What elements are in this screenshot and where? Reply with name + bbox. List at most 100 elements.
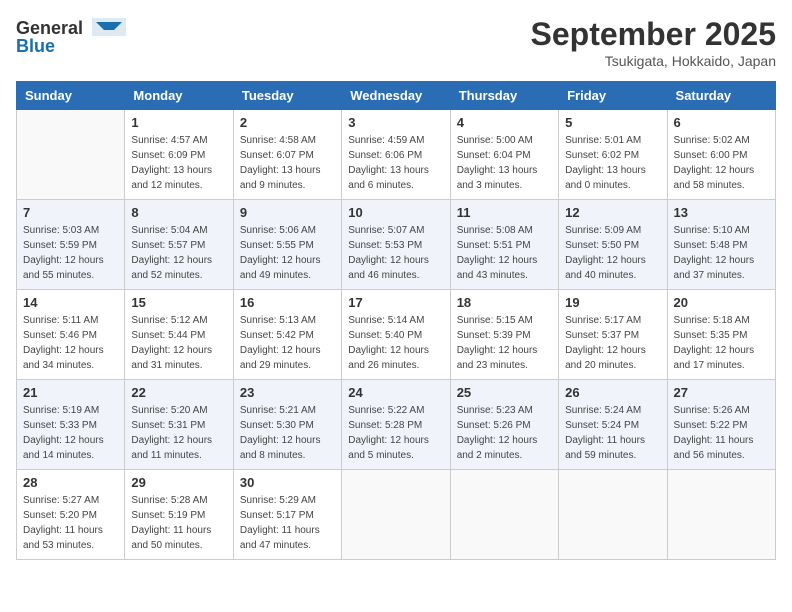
calendar-day-cell: 19 Sunrise: 5:17 AMSunset: 5:37 PMDayligh… [559, 290, 667, 380]
day-info: Sunrise: 5:27 AMSunset: 5:20 PMDaylight:… [23, 493, 118, 553]
month-title: September 2025 [531, 16, 776, 53]
day-number: 25 [457, 385, 552, 400]
day-info: Sunrise: 5:19 AMSunset: 5:33 PMDaylight:… [23, 403, 118, 463]
svg-text:General: General [16, 18, 83, 38]
calendar-day-cell: 25Sunrise: 5:23 AMSunset: 5:26 PMDayligh… [450, 380, 558, 470]
calendar-day-cell: 13 Sunrise: 5:10 AMSunset: 5:48 PMDayligh… [667, 200, 775, 290]
day-number: 15 [131, 295, 226, 310]
calendar-day-cell [17, 110, 125, 200]
calendar-day-cell: 23 Sunrise: 5:21 AMSunset: 5:30 PMDayligh… [233, 380, 341, 470]
day-info: Sunrise: 5:12 AMSunset: 5:44 PMDaylight:… [131, 313, 226, 373]
calendar-day-cell: 9 Sunrise: 5:06 AMSunset: 5:55 PMDaylight… [233, 200, 341, 290]
day-info: Sunrise: 5:13 AMSunset: 5:42 PMDaylight:… [240, 313, 335, 373]
calendar-day-cell: 2 Sunrise: 4:58 AMSunset: 6:07 PMDaylight… [233, 110, 341, 200]
day-number: 18 [457, 295, 552, 310]
day-info: Sunrise: 5:01 AMSunset: 6:02 PMDaylight:… [565, 133, 660, 193]
day-info: Sunrise: 5:09 AMSunset: 5:50 PMDaylight:… [565, 223, 660, 283]
day-info: Sunrise: 5:24 AMSunset: 5:24 PMDaylight:… [565, 403, 660, 463]
day-number: 23 [240, 385, 335, 400]
calendar-day-cell [450, 470, 558, 560]
calendar-week-row: 1 Sunrise: 4:57 AMSunset: 6:09 PMDaylight… [17, 110, 776, 200]
calendar-day-cell: 7Sunrise: 5:03 AMSunset: 5:59 PMDaylight… [17, 200, 125, 290]
weekday-header-saturday: Saturday [667, 82, 775, 110]
day-info: Sunrise: 4:58 AMSunset: 6:07 PMDaylight:… [240, 133, 335, 193]
page-header: General Blue September 2025 Tsukigata, H… [16, 16, 776, 69]
day-info: Sunrise: 5:18 AMSunset: 5:35 PMDaylight:… [674, 313, 769, 373]
calendar-day-cell: 24 Sunrise: 5:22 AMSunset: 5:28 PMDayligh… [342, 380, 450, 470]
day-info: Sunrise: 5:21 AMSunset: 5:30 PMDaylight:… [240, 403, 335, 463]
weekday-header-wednesday: Wednesday [342, 82, 450, 110]
calendar-week-row: 7Sunrise: 5:03 AMSunset: 5:59 PMDaylight… [17, 200, 776, 290]
day-number: 27 [674, 385, 769, 400]
day-info: Sunrise: 5:14 AMSunset: 5:40 PMDaylight:… [348, 313, 443, 373]
day-number: 4 [457, 115, 552, 130]
day-number: 28 [23, 475, 118, 490]
day-info: Sunrise: 4:59 AMSunset: 6:06 PMDaylight:… [348, 133, 443, 193]
weekday-header-row: SundayMondayTuesdayWednesdayThursdayFrid… [17, 82, 776, 110]
day-info: Sunrise: 5:00 AMSunset: 6:04 PMDaylight:… [457, 133, 552, 193]
weekday-header-tuesday: Tuesday [233, 82, 341, 110]
day-number: 3 [348, 115, 443, 130]
calendar-week-row: 14 Sunrise: 5:11 AMSunset: 5:46 PMDayligh… [17, 290, 776, 380]
day-number: 5 [565, 115, 660, 130]
calendar-day-cell: 26 Sunrise: 5:24 AMSunset: 5:24 PMDayligh… [559, 380, 667, 470]
day-number: 11 [457, 205, 552, 220]
day-info: Sunrise: 5:02 AMSunset: 6:00 PMDaylight:… [674, 133, 769, 193]
calendar-day-cell: 27 Sunrise: 5:26 AMSunset: 5:22 PMDayligh… [667, 380, 775, 470]
day-info: Sunrise: 5:06 AMSunset: 5:55 PMDaylight:… [240, 223, 335, 283]
calendar-day-cell [559, 470, 667, 560]
day-number: 24 [348, 385, 443, 400]
day-info: Sunrise: 5:08 AMSunset: 5:51 PMDaylight:… [457, 223, 552, 283]
weekday-header-monday: Monday [125, 82, 233, 110]
weekday-header-sunday: Sunday [17, 82, 125, 110]
day-info: Sunrise: 5:07 AMSunset: 5:53 PMDaylight:… [348, 223, 443, 283]
day-number: 14 [23, 295, 118, 310]
calendar-day-cell: 1 Sunrise: 4:57 AMSunset: 6:09 PMDaylight… [125, 110, 233, 200]
location-title: Tsukigata, Hokkaido, Japan [531, 53, 776, 69]
day-info: Sunrise: 5:11 AMSunset: 5:46 PMDaylight:… [23, 313, 118, 373]
calendar-day-cell [667, 470, 775, 560]
day-number: 2 [240, 115, 335, 130]
day-info: Sunrise: 5:20 AMSunset: 5:31 PMDaylight:… [131, 403, 226, 463]
day-number: 29 [131, 475, 226, 490]
calendar-day-cell: 4 Sunrise: 5:00 AMSunset: 6:04 PMDaylight… [450, 110, 558, 200]
calendar-day-cell: 8 Sunrise: 5:04 AMSunset: 5:57 PMDaylight… [125, 200, 233, 290]
day-number: 26 [565, 385, 660, 400]
calendar-day-cell: 29 Sunrise: 5:28 AMSunset: 5:19 PMDayligh… [125, 470, 233, 560]
logo-svg: General Blue [16, 16, 126, 58]
calendar-day-cell [342, 470, 450, 560]
calendar-day-cell: 5 Sunrise: 5:01 AMSunset: 6:02 PMDaylight… [559, 110, 667, 200]
day-number: 13 [674, 205, 769, 220]
day-number: 20 [674, 295, 769, 310]
day-info: Sunrise: 5:29 AMSunset: 5:17 PMDaylight:… [240, 493, 335, 553]
day-number: 6 [674, 115, 769, 130]
day-info: Sunrise: 4:57 AMSunset: 6:09 PMDaylight:… [131, 133, 226, 193]
day-info: Sunrise: 5:15 AMSunset: 5:39 PMDaylight:… [457, 313, 552, 373]
calendar-day-cell: 22Sunrise: 5:20 AMSunset: 5:31 PMDayligh… [125, 380, 233, 470]
calendar-day-cell: 15 Sunrise: 5:12 AMSunset: 5:44 PMDayligh… [125, 290, 233, 380]
day-number: 30 [240, 475, 335, 490]
day-info: Sunrise: 5:28 AMSunset: 5:19 PMDaylight:… [131, 493, 226, 553]
day-number: 19 [565, 295, 660, 310]
day-info: Sunrise: 5:04 AMSunset: 5:57 PMDaylight:… [131, 223, 226, 283]
day-number: 12 [565, 205, 660, 220]
calendar-day-cell: 30 Sunrise: 5:29 AMSunset: 5:17 PMDayligh… [233, 470, 341, 560]
day-info: Sunrise: 5:10 AMSunset: 5:48 PMDaylight:… [674, 223, 769, 283]
calendar-day-cell: 6 Sunrise: 5:02 AMSunset: 6:00 PMDaylight… [667, 110, 775, 200]
calendar-day-cell: 11 Sunrise: 5:08 AMSunset: 5:51 PMDayligh… [450, 200, 558, 290]
calendar-table: SundayMondayTuesdayWednesdayThursdayFrid… [16, 81, 776, 560]
day-number: 9 [240, 205, 335, 220]
calendar-day-cell: 14 Sunrise: 5:11 AMSunset: 5:46 PMDayligh… [17, 290, 125, 380]
day-info: Sunrise: 5:22 AMSunset: 5:28 PMDaylight:… [348, 403, 443, 463]
day-number: 8 [131, 205, 226, 220]
svg-text:Blue: Blue [16, 36, 55, 56]
day-number: 7 [23, 205, 118, 220]
day-number: 1 [131, 115, 226, 130]
day-info: Sunrise: 5:17 AMSunset: 5:37 PMDaylight:… [565, 313, 660, 373]
calendar-day-cell: 12 Sunrise: 5:09 AMSunset: 5:50 PMDayligh… [559, 200, 667, 290]
weekday-header-friday: Friday [559, 82, 667, 110]
calendar-day-cell: 20 Sunrise: 5:18 AMSunset: 5:35 PMDayligh… [667, 290, 775, 380]
day-number: 16 [240, 295, 335, 310]
day-info: Sunrise: 5:26 AMSunset: 5:22 PMDaylight:… [674, 403, 769, 463]
calendar-day-cell: 28 Sunrise: 5:27 AMSunset: 5:20 PMDayligh… [17, 470, 125, 560]
